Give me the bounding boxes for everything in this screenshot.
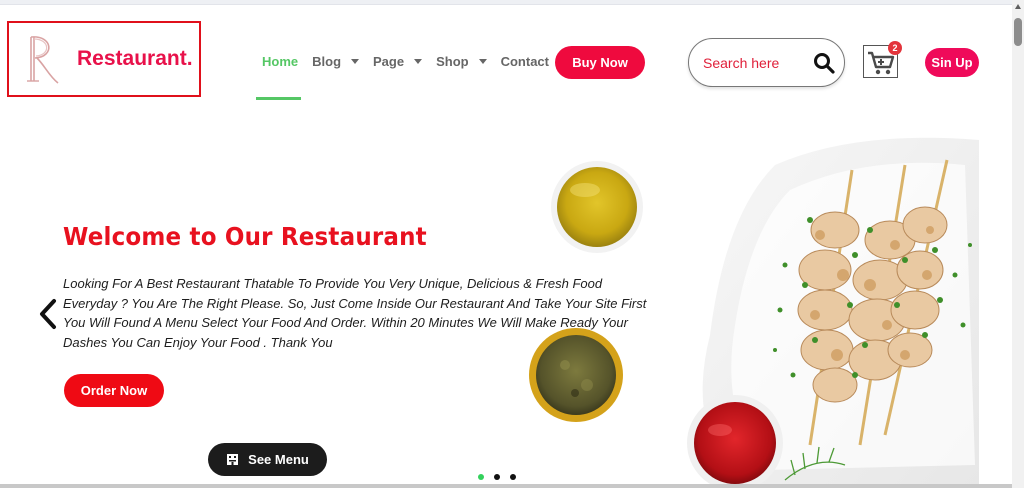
- cart-count-badge: 2: [888, 41, 902, 55]
- nav-item-page[interactable]: Page: [373, 54, 423, 69]
- search-icon[interactable]: [813, 52, 835, 74]
- logo[interactable]: Restaurant.: [7, 21, 201, 97]
- scroll-up-icon[interactable]: [1015, 4, 1021, 9]
- nav-item-label: Contact: [500, 54, 549, 69]
- hero-food-image: [529, 137, 979, 485]
- brand-name: Restaurant.: [77, 47, 193, 70]
- search-box: [688, 38, 845, 87]
- horizontal-scrollbar[interactable]: [0, 484, 1012, 488]
- nav-item-contact[interactable]: Contact: [501, 54, 549, 69]
- order-now-button[interactable]: Order Now: [64, 374, 164, 407]
- main-nav: Home Blog Page Shop Contact: [262, 54, 563, 69]
- nav-item-label: Page: [373, 54, 405, 69]
- slider-dots: [478, 474, 526, 480]
- browser-top-edge: [0, 0, 1012, 5]
- nav-item-shop[interactable]: Shop: [436, 54, 487, 69]
- slider-dot[interactable]: [478, 474, 484, 480]
- nav-item-home[interactable]: Home: [262, 54, 298, 69]
- slider-dot[interactable]: [510, 474, 516, 480]
- vertical-scrollbar[interactable]: [1012, 0, 1024, 488]
- hero-title: Welcome to Our Restaurant: [63, 222, 427, 251]
- menu-book-icon: [227, 454, 239, 465]
- chevron-left-icon[interactable]: [37, 298, 59, 330]
- logo-mark-icon: [27, 36, 59, 84]
- caret-down-icon: [414, 59, 423, 64]
- buy-now-button[interactable]: Buy Now: [555, 46, 645, 79]
- nav-item-label: Shop: [436, 54, 469, 69]
- nav-item-blog[interactable]: Blog: [312, 54, 360, 69]
- see-menu-button[interactable]: See Menu: [208, 443, 327, 476]
- scrollbar-thumb[interactable]: [1014, 18, 1022, 46]
- search-input[interactable]: [703, 54, 807, 71]
- caret-down-icon: [351, 59, 360, 64]
- caret-down-icon: [478, 59, 487, 64]
- slider-dot[interactable]: [494, 474, 500, 480]
- nav-item-label: Home: [262, 54, 299, 69]
- nav-item-label: Blog: [312, 54, 342, 69]
- signup-button[interactable]: Sin Up: [925, 48, 979, 77]
- active-nav-indicator: [256, 97, 301, 100]
- see-menu-label: See Menu: [248, 452, 309, 467]
